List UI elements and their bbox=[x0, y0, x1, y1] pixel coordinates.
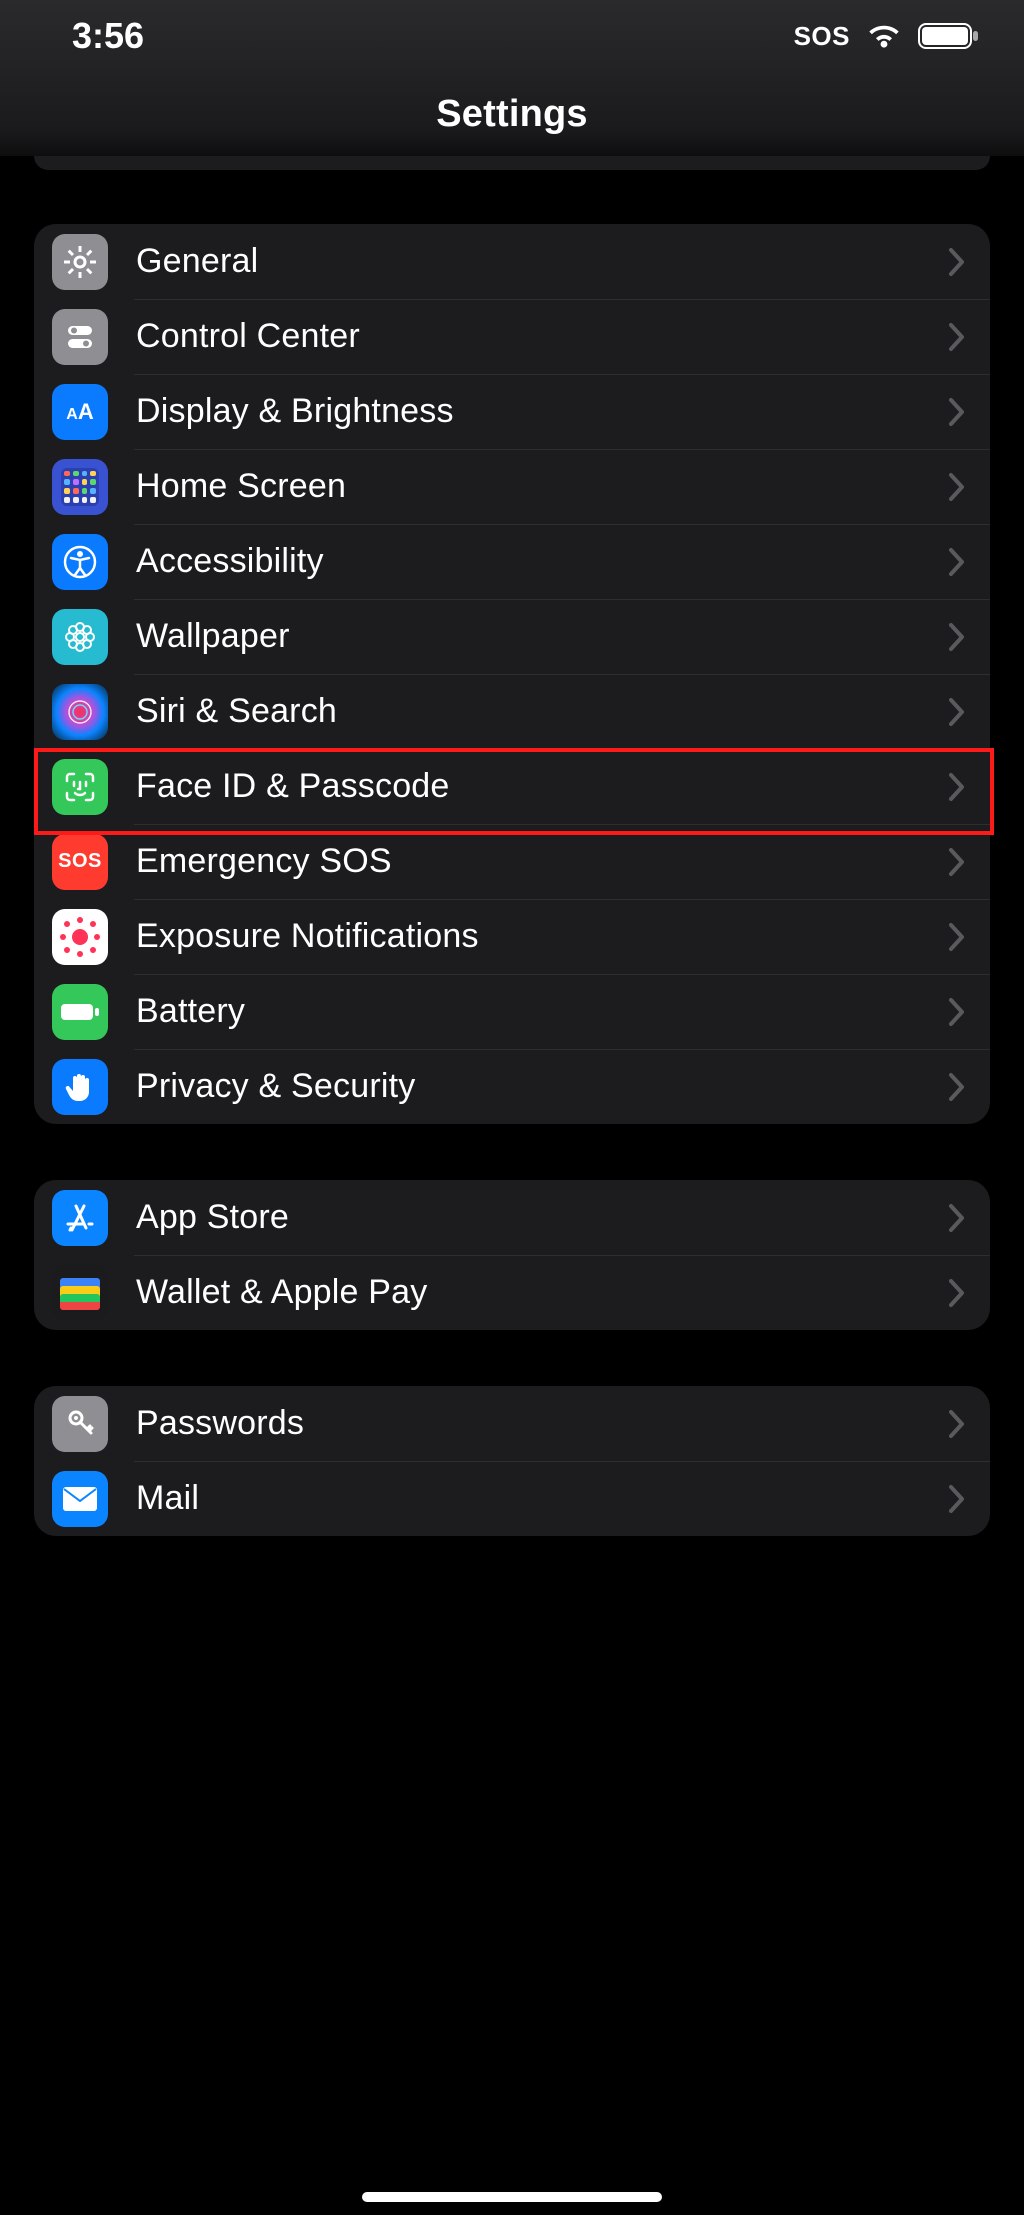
status-time: 3:56 bbox=[72, 15, 144, 57]
row-label: Home Screen bbox=[136, 467, 948, 506]
chevron-right-icon bbox=[948, 1484, 966, 1514]
key-icon bbox=[52, 1396, 108, 1452]
chevron-right-icon bbox=[948, 247, 966, 277]
row-control-center[interactable]: Control Center bbox=[34, 299, 990, 374]
row-face-id-passcode[interactable]: Face ID & Passcode bbox=[34, 749, 990, 824]
row-wallet-applepay[interactable]: Wallet & Apple Pay bbox=[34, 1255, 990, 1330]
chevron-right-icon bbox=[948, 1203, 966, 1233]
row-label: Emergency SOS bbox=[136, 842, 948, 881]
row-accessibility[interactable]: Accessibility bbox=[34, 524, 990, 599]
chevron-right-icon bbox=[948, 547, 966, 577]
envelope-icon bbox=[52, 1471, 108, 1527]
app-grid-icon bbox=[52, 459, 108, 515]
chevron-right-icon bbox=[948, 1072, 966, 1102]
wifi-icon bbox=[864, 21, 904, 51]
accessibility-icon bbox=[52, 534, 108, 590]
siri-icon bbox=[52, 684, 108, 740]
row-general[interactable]: General bbox=[34, 224, 990, 299]
chevron-right-icon bbox=[948, 997, 966, 1027]
row-label: Siri & Search bbox=[136, 692, 948, 731]
row-label: Face ID & Passcode bbox=[136, 767, 948, 806]
battery-icon bbox=[918, 22, 980, 50]
row-label: Wallpaper bbox=[136, 617, 948, 656]
settings-group-accounts: Passwords Mail bbox=[34, 1386, 990, 1536]
row-label: Passwords bbox=[136, 1404, 948, 1443]
hand-icon bbox=[52, 1059, 108, 1115]
status-bar: 3:56 SOS bbox=[0, 0, 1024, 72]
battery-full-icon bbox=[52, 984, 108, 1040]
row-label: Display & Brightness bbox=[136, 392, 948, 431]
settings-content: General Control Center AA Display & Brig… bbox=[0, 156, 1024, 1576]
settings-group-store: App Store Wallet & Apple Pay bbox=[34, 1180, 990, 1330]
row-label: General bbox=[136, 242, 948, 281]
row-label: Privacy & Security bbox=[136, 1067, 948, 1106]
row-emergency-sos[interactable]: SOS Emergency SOS bbox=[34, 824, 990, 899]
home-indicator[interactable] bbox=[362, 2192, 662, 2202]
exposure-icon bbox=[52, 909, 108, 965]
status-right: SOS bbox=[794, 21, 980, 52]
row-app-store[interactable]: App Store bbox=[34, 1180, 990, 1255]
row-label: Battery bbox=[136, 992, 948, 1031]
sos-icon: SOS bbox=[52, 834, 108, 890]
chevron-right-icon bbox=[948, 622, 966, 652]
row-exposure-notifications[interactable]: Exposure Notifications bbox=[34, 899, 990, 974]
row-display-brightness[interactable]: AA Display & Brightness bbox=[34, 374, 990, 449]
chevron-right-icon bbox=[948, 847, 966, 877]
row-home-screen[interactable]: Home Screen bbox=[34, 449, 990, 524]
previous-group-edge bbox=[34, 156, 990, 170]
row-battery[interactable]: Battery bbox=[34, 974, 990, 1049]
chevron-right-icon bbox=[948, 1409, 966, 1439]
settings-group-system: General Control Center AA Display & Brig… bbox=[34, 224, 990, 1124]
app-store-icon bbox=[52, 1190, 108, 1246]
page-title: Settings bbox=[436, 93, 588, 136]
row-wallpaper[interactable]: Wallpaper bbox=[34, 599, 990, 674]
row-label: Accessibility bbox=[136, 542, 948, 581]
face-id-icon bbox=[52, 759, 108, 815]
chevron-right-icon bbox=[948, 922, 966, 952]
toggles-icon bbox=[52, 309, 108, 365]
row-label: Wallet & Apple Pay bbox=[136, 1273, 948, 1312]
chevron-right-icon bbox=[948, 772, 966, 802]
row-label: Control Center bbox=[136, 317, 948, 356]
chevron-right-icon bbox=[948, 322, 966, 352]
row-mail[interactable]: Mail bbox=[34, 1461, 990, 1536]
wallet-icon bbox=[52, 1265, 108, 1321]
row-label: App Store bbox=[136, 1198, 948, 1237]
flower-icon bbox=[52, 609, 108, 665]
status-sos-label: SOS bbox=[794, 21, 850, 52]
row-siri-search[interactable]: Siri & Search bbox=[34, 674, 990, 749]
row-label: Exposure Notifications bbox=[136, 917, 948, 956]
chevron-right-icon bbox=[948, 397, 966, 427]
nav-bar: Settings bbox=[0, 72, 1024, 156]
gear-icon bbox=[52, 234, 108, 290]
text-size-icon: AA bbox=[52, 384, 108, 440]
row-passwords[interactable]: Passwords bbox=[34, 1386, 990, 1461]
row-label: Mail bbox=[136, 1479, 948, 1518]
chevron-right-icon bbox=[948, 697, 966, 727]
chevron-right-icon bbox=[948, 472, 966, 502]
chevron-right-icon bbox=[948, 1278, 966, 1308]
row-privacy-security[interactable]: Privacy & Security bbox=[34, 1049, 990, 1124]
